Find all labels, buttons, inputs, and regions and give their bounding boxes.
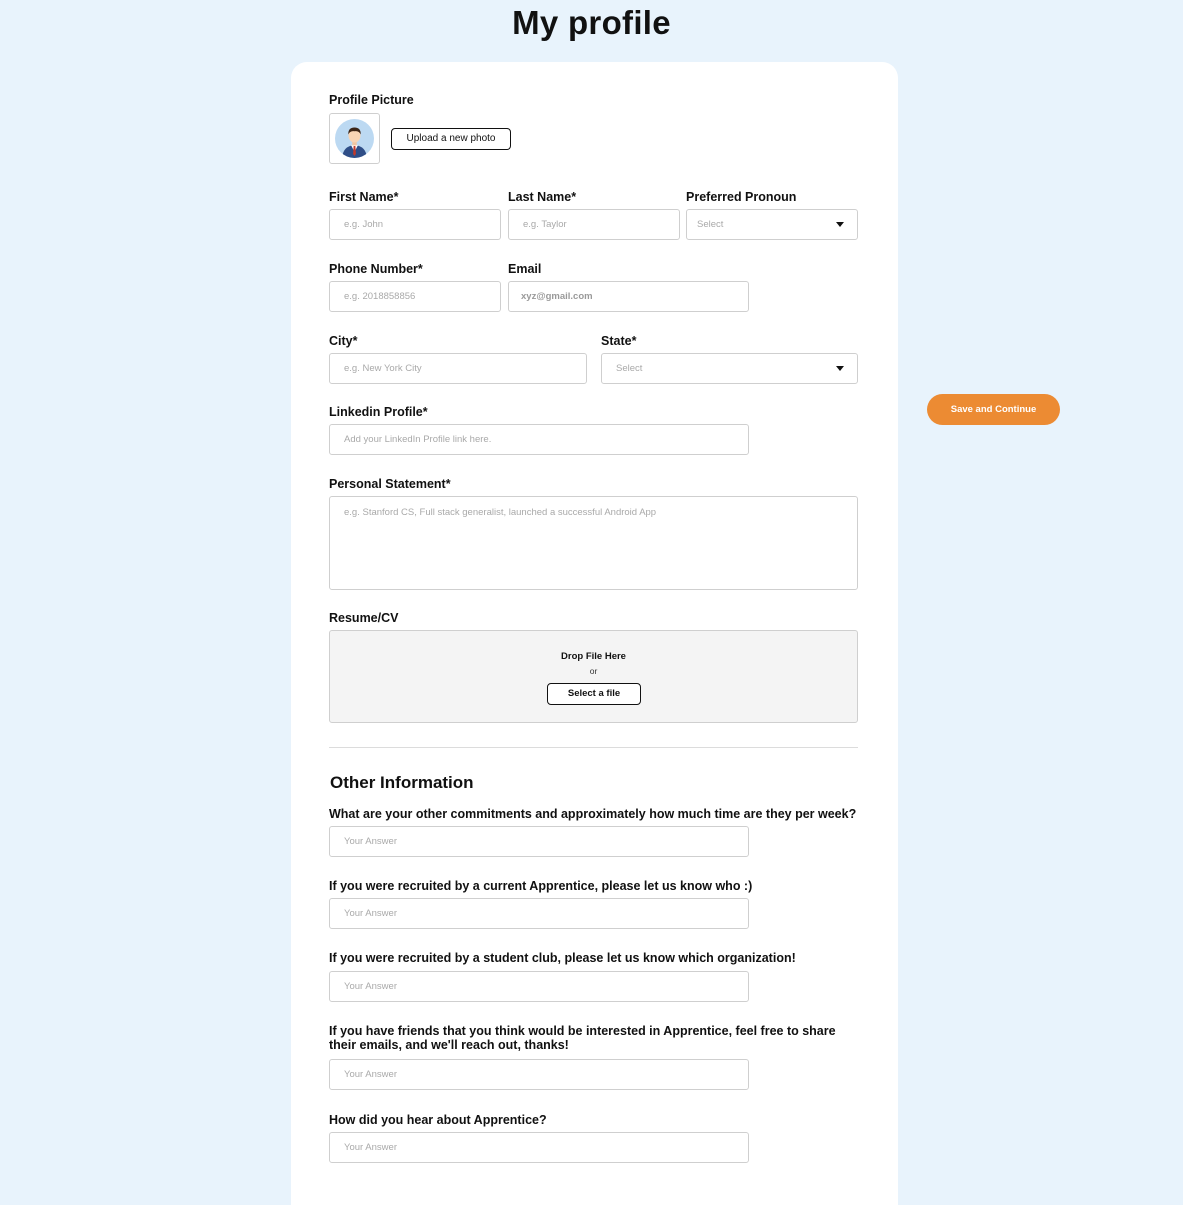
city-label: City* [329, 334, 358, 348]
resume-dropzone[interactable]: Drop File Here or Select a file [329, 630, 858, 723]
drop-or-text: or [589, 666, 598, 676]
last-name-input[interactable]: e.g. Taylor [508, 209, 680, 240]
statement-textarea[interactable]: e.g. Stanford CS, Full stack generalist,… [329, 496, 858, 590]
section-divider [329, 747, 858, 748]
commitments-answer-input[interactable]: Your Answer [329, 826, 749, 857]
email-field[interactable]: xyz@gmail.com [508, 281, 749, 312]
pronoun-label: Preferred Pronoun [686, 190, 797, 204]
friends-answer-input[interactable]: Your Answer [329, 1059, 749, 1090]
hear-about-question-label: How did you hear about Apprentice? [329, 1113, 547, 1127]
apprentice-referral-answer-input[interactable]: Your Answer [329, 898, 749, 929]
email-label: Email [508, 262, 542, 276]
friends-question-label-line2: their emails, and we'll reach out, thank… [329, 1038, 569, 1052]
last-name-label: Last Name* [508, 190, 577, 204]
select-file-button[interactable]: Select a file [547, 683, 641, 705]
state-select-value: Select [616, 363, 643, 374]
pronoun-select-value: Select [697, 219, 724, 230]
city-input[interactable]: e.g. New York City [329, 353, 587, 384]
drop-file-text: Drop File Here [561, 651, 626, 662]
state-label: State* [601, 334, 637, 348]
apprentice-referral-question-label: If you were recruited by a current Appre… [329, 879, 753, 893]
commitments-question-label: What are your other commitments and appr… [329, 807, 857, 821]
upload-photo-button[interactable]: Upload a new photo [391, 128, 511, 150]
pronoun-select[interactable]: Select [686, 209, 858, 240]
page-title: My profile [512, 4, 671, 41]
student-club-question-label: If you were recruited by a student club,… [329, 951, 796, 965]
resume-label: Resume/CV [329, 611, 399, 625]
linkedin-label: Linkedin Profile* [329, 405, 428, 419]
student-club-answer-input[interactable]: Your Answer [329, 971, 749, 1002]
statement-label: Personal Statement* [329, 477, 451, 491]
phone-label: Phone Number* [329, 262, 423, 276]
state-select[interactable]: Select [601, 353, 858, 384]
hear-about-answer-input[interactable]: Your Answer [329, 1132, 749, 1163]
person-avatar-icon [335, 119, 374, 158]
avatar [329, 113, 380, 164]
first-name-label: First Name* [329, 190, 399, 204]
save-and-continue-button[interactable]: Save and Continue [927, 394, 1060, 425]
other-information-title: Other Information [330, 773, 474, 792]
friends-question-label-line1: If you have friends that you think would… [329, 1024, 836, 1038]
phone-input[interactable]: e.g. 2018858856 [329, 281, 501, 312]
chevron-down-icon [836, 366, 844, 371]
linkedin-input[interactable]: Add your LinkedIn Profile link here. [329, 424, 749, 455]
profile-form-card: Profile Picture Upload a new photo First… [291, 62, 898, 1205]
first-name-input[interactable]: e.g. John [329, 209, 501, 240]
chevron-down-icon [836, 222, 844, 227]
profile-picture-label: Profile Picture [329, 93, 414, 107]
